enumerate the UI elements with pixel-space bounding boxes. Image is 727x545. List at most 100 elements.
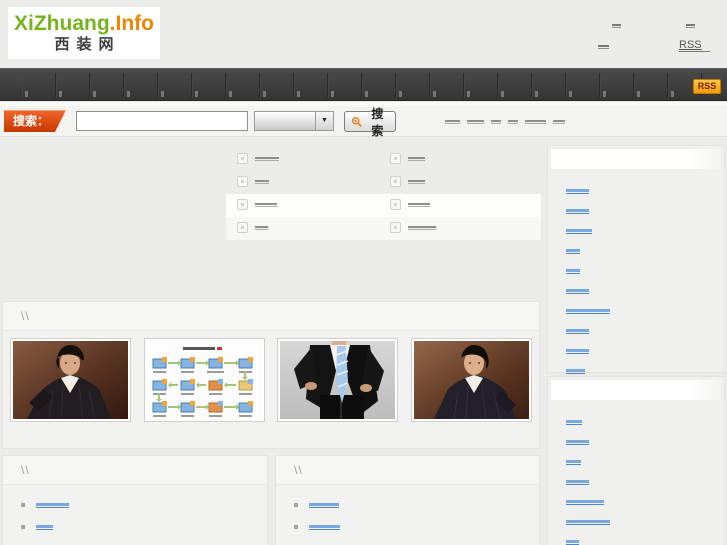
list-bullet-image-icon [237,153,248,164]
nav-menu-item[interactable] [600,73,634,98]
gallery-image-female-suit-portrait[interactable] [10,338,131,422]
nav-menu-item[interactable] [362,73,396,98]
nav-menu-item[interactable] [294,73,328,98]
sidebar-link[interactable] [566,440,589,445]
list-item [276,494,539,516]
search-magnifier-icon [351,116,362,127]
nav-menu-item[interactable] [226,73,260,98]
list-item [566,281,724,301]
article-link[interactable] [309,502,339,508]
notice-link[interactable] [390,199,430,210]
sidebar-link[interactable] [566,540,579,545]
list-item [566,472,724,492]
article-link[interactable] [36,502,69,508]
hot-keyword-link[interactable] [525,120,546,124]
header-quick-link[interactable] [686,24,695,28]
list-item [566,181,724,201]
notice-link[interactable] [390,153,425,164]
sidebar-link[interactable] [566,520,610,525]
nav-menu-item[interactable] [532,73,566,98]
hot-keyword-link[interactable] [467,120,484,124]
nav-menu-item[interactable] [328,73,362,98]
list-item [3,494,267,516]
search-button-label: 搜索 [371,106,384,138]
header-quick-link[interactable] [612,24,621,28]
nav-menu-item[interactable] [90,73,124,98]
sidebar-link[interactable] [566,269,580,274]
hot-keyword-link[interactable] [553,120,565,124]
site-logo[interactable]: XiZhuang.Info 西装网 [8,7,160,59]
search-button[interactable]: 搜索 [344,107,396,138]
notice-link[interactable] [390,176,425,187]
nav-menu-item[interactable] [56,73,90,98]
sidebar-link[interactable] [566,309,610,314]
list-item [566,512,724,532]
notice-link-text[interactable] [255,179,269,184]
notice-link-text[interactable] [255,202,277,207]
gallery-row [3,331,539,422]
gallery-section-header: \\ [3,302,539,331]
nav-menu-item[interactable] [498,73,532,98]
sidebar-section-2 [547,376,725,545]
sidebar-link[interactable] [566,420,582,425]
nav-menu-item[interactable] [566,73,600,98]
notice-link-text[interactable] [408,202,430,207]
article-link[interactable] [309,524,340,530]
header-quick-link[interactable] [598,45,609,49]
nav-menu-item[interactable] [396,73,430,98]
list-item [3,516,267,538]
gallery-image-female-suit-portrait-2[interactable] [410,338,532,422]
sidebar-link[interactable] [566,369,585,374]
sidebar-link[interactable] [566,289,589,294]
nav-menu-item[interactable] [634,73,668,98]
gallery-image-suit-flowchart[interactable] [143,338,265,422]
list-item [566,241,724,261]
hot-keyword-link[interactable] [445,120,460,124]
notice-link-text[interactable] [408,179,425,184]
sidebar-link[interactable] [566,249,580,254]
nav-menu-item[interactable] [192,73,226,98]
nav-menu-item[interactable] [22,73,56,98]
sidebar-link[interactable] [566,349,589,354]
logo-wordmark: XiZhuang.Info [8,13,160,35]
square-bullet-icon [294,525,298,529]
nav-rss-badge[interactable]: RSS [693,79,721,94]
sidebar-link[interactable] [566,229,592,234]
search-input[interactable] [76,111,248,131]
notice-link-text[interactable] [255,225,268,230]
logo-brand-text: XiZhuang [14,12,110,35]
chevron-down-icon[interactable]: ▼ [315,112,333,130]
hot-keyword-link[interactable] [491,120,501,124]
sidebar-link[interactable] [566,329,589,334]
notice-link-text[interactable] [408,225,436,230]
notice-link-text[interactable] [255,156,279,161]
list-item [3,538,267,545]
nav-menu-item[interactable] [430,73,464,98]
search-category-select[interactable]: ▼ [254,111,334,131]
nav-menu-item[interactable] [124,73,158,98]
notice-link[interactable] [237,199,277,210]
sidebar-section-1 [547,145,725,374]
sidebar-link[interactable] [566,209,589,214]
notice-link-text[interactable] [408,156,425,161]
nav-menu-item[interactable] [260,73,294,98]
gallery-image-male-suit-figure[interactable] [277,338,399,422]
hot-keyword-link[interactable] [508,120,518,124]
notice-link[interactable] [237,222,268,233]
bottom-left-section-header: \\ [3,456,267,485]
header-rss-link[interactable]: RSS [679,39,710,52]
sidebar-link[interactable] [566,500,604,505]
sidebar-link[interactable] [566,480,589,485]
notice-link[interactable] [237,153,279,164]
sidebar-link[interactable] [566,189,589,194]
nav-menu-item[interactable] [158,73,192,98]
list-bullet-image-icon [390,153,401,164]
notice-link[interactable] [390,222,436,233]
article-link[interactable] [36,524,53,530]
nav-menu-item[interactable] [464,73,498,98]
bottom-right-section: \\ [275,455,540,545]
list-item [566,432,724,452]
notice-link[interactable] [237,176,269,187]
list-item [566,301,724,321]
sidebar-link[interactable] [566,460,581,465]
